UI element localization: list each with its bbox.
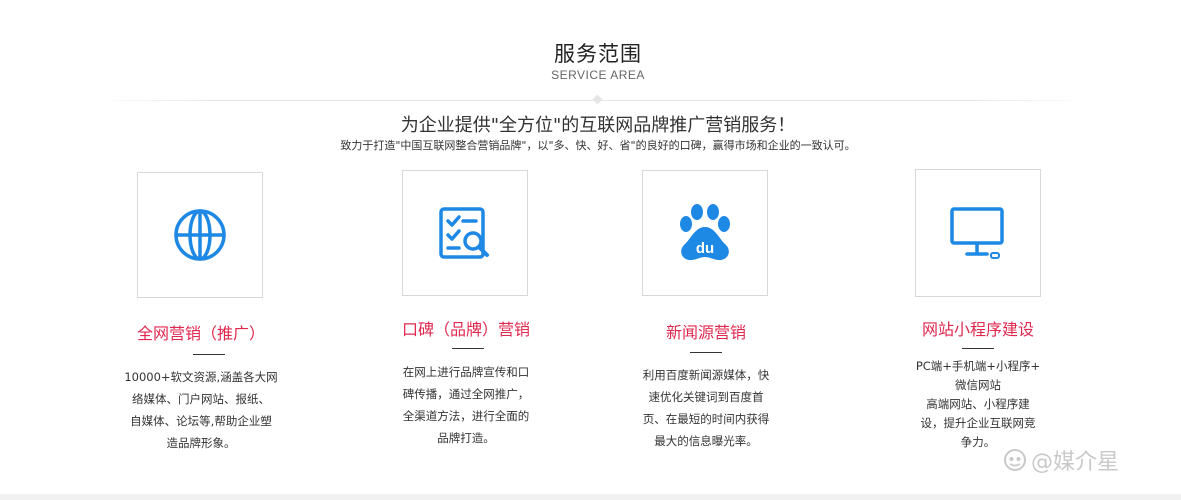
service-title-rule [962, 348, 994, 349]
baidu-paw-icon: du [680, 204, 730, 261]
service-title-rule [452, 348, 484, 349]
service-title: 口碑（品牌）营销 [401, 320, 530, 339]
service-card-website-miniprogram[interactable]: 网站小程序建设 PC端+手机端+小程序+ 微信网站 高端网站、小程序建 设，提升… [868, 0, 1088, 500]
service-description-line: 微信网站 [955, 378, 1001, 392]
service-description: 利用百度新闻源媒体，快 速优化关键词到百度首 页、在最短的时间内获得 最大的信息… [596, 364, 816, 452]
service-description: 10000+软文资源,涵盖各大网 络媒体、门户网站、报纸、 自媒体、论坛等,帮助… [91, 366, 311, 454]
service-description-line: 品牌打造。 [437, 431, 495, 445]
service-card-news-source-marketing[interactable]: du 新闻源营销 利用百度新闻源媒体，快 速优化关键词到百度首 页、在最短的时间… [596, 0, 816, 500]
service-description-line: 最大的信息曝光率。 [654, 434, 758, 448]
svg-text:du: du [696, 240, 714, 257]
service-description-line: 高端网站、小程序建 [926, 397, 1030, 411]
service-description: PC端+手机端+小程序+ 微信网站 高端网站、小程序建 设，提升企业互联网竞 争… [868, 357, 1088, 452]
service-description-line: 10000+软文资源,涵盖各大网 [124, 370, 278, 384]
service-area-section: 服务范围 SERVICE AREA 为企业提供"全方位"的互联网品牌推广营销服务… [0, 0, 1181, 500]
service-description-line: 自媒体、论坛等,帮助企业塑 [130, 414, 272, 428]
service-card-word-of-mouth-marketing[interactable]: 口碑（品牌）营销 在网上进行品牌宣传和口 碑传播，通过全网推广， 全渠道方法，进… [356, 0, 576, 500]
service-description-line: 速优化关键词到百度首 [648, 390, 764, 404]
service-title-rule [193, 354, 225, 355]
monitor-icon [950, 207, 1004, 259]
watermark: @媒介星 [1003, 444, 1119, 476]
service-icon-box [915, 169, 1041, 297]
watermark-text: @媒介星 [1031, 450, 1120, 475]
service-description-line: 页、在最短的时间内获得 [642, 412, 770, 426]
service-description-line: 络媒体、门户网站、报纸、 [132, 392, 270, 406]
service-icon-box [402, 170, 528, 296]
search-document-icon [439, 207, 489, 259]
service-title: 新闻源营销 [665, 323, 746, 342]
service-description-line: 设，提升企业互联网竞 [920, 416, 1036, 430]
service-description-line: 碑传播，通过全网推广， [402, 387, 530, 401]
service-description-line: PC端+手机端+小程序+ [915, 359, 1041, 373]
globe-icon [174, 209, 226, 261]
service-card-full-network-marketing[interactable]: 全网营销（推广） 10000+软文资源,涵盖各大网 络媒体、门户网站、报纸、 自… [91, 0, 311, 500]
service-description-line: 造品牌形象。 [166, 436, 236, 450]
bottom-band [0, 494, 1181, 500]
service-description-line: 全渠道方法，进行全面的 [402, 409, 530, 423]
service-description-line: 利用百度新闻源媒体，快 [642, 368, 770, 382]
service-description-line: 在网上进行品牌宣传和口 [402, 365, 530, 379]
service-icon-box: du [642, 170, 768, 296]
service-title: 全网营销（推广） [136, 324, 265, 343]
service-icon-box [137, 172, 263, 298]
watermark-logo-icon [1004, 449, 1026, 471]
service-description: 在网上进行品牌宣传和口 碑传播，通过全网推广， 全渠道方法，进行全面的 品牌打造… [356, 361, 576, 449]
service-title-rule [690, 352, 722, 353]
service-title: 网站小程序建设 [921, 320, 1034, 339]
